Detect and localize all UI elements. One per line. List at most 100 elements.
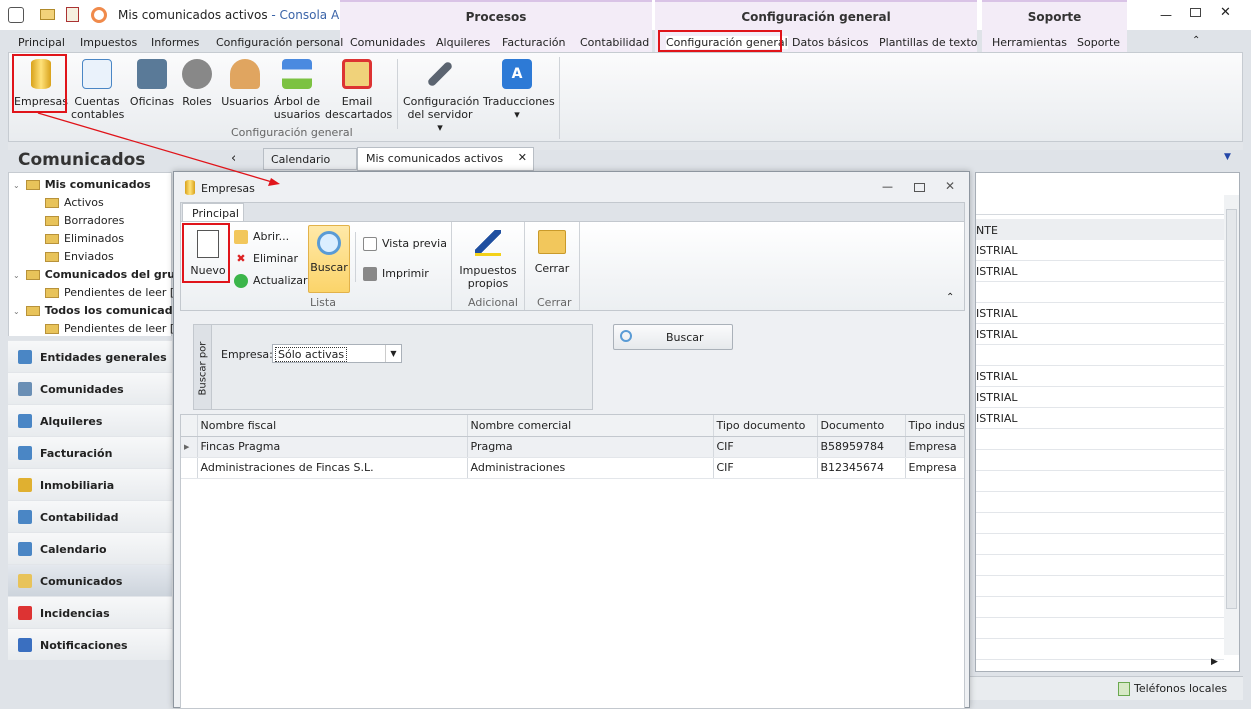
grid-row[interactable]: ISTRIAL xyxy=(976,240,1224,261)
tab-list-dropdown-icon[interactable]: ▼ xyxy=(1224,152,1231,162)
grid-row[interactable] xyxy=(976,429,1224,450)
tab-herramientas[interactable]: Herramientas xyxy=(992,36,1067,49)
grid-row[interactable] xyxy=(976,555,1224,576)
tab-comunidades[interactable]: Comunidades xyxy=(350,36,425,49)
table-cell[interactable]: B58959784 xyxy=(817,436,906,458)
configuracion-servidor-button[interactable]: Configuración del servidor ▾ xyxy=(403,57,479,134)
grid-row[interactable] xyxy=(976,639,1224,660)
grid-row[interactable]: ISTRIAL xyxy=(976,303,1224,324)
tab-configuracion-personal[interactable]: Configuración personal xyxy=(216,36,343,49)
tab-soporte[interactable]: Soporte xyxy=(1077,36,1120,49)
buscar-por-sidebar[interactable]: Buscar por xyxy=(194,325,212,409)
table-cell[interactable]: Administraciones de Fincas S.L. xyxy=(197,457,468,479)
tree-item[interactable]: Enviados xyxy=(45,250,114,263)
tree-group[interactable]: ⌄ Todos los comunicado xyxy=(13,304,180,317)
traducciones-button[interactable]: A Traducciones ▾ xyxy=(483,57,555,121)
grid-row[interactable]: ISTRIAL xyxy=(976,324,1224,345)
vertical-scrollbar[interactable] xyxy=(1224,195,1239,655)
collapse-ribbon-icon[interactable]: ⌃ xyxy=(946,292,954,303)
grid-row[interactable]: ISTRIAL xyxy=(976,261,1224,282)
table-row[interactable]: ▶ Fincas Pragma Pragma CIF B58959784 Empresa xyxy=(181,436,964,458)
maximize-button[interactable] xyxy=(1190,8,1201,17)
tree-group[interactable]: ⌄ Comunicados del grup xyxy=(13,268,183,281)
tab-informes[interactable]: Informes xyxy=(151,36,199,49)
tab-facturacion[interactable]: Facturación xyxy=(502,36,565,49)
grid-row[interactable]: ISTRIAL xyxy=(976,366,1224,387)
scroll-right-icon[interactable]: ▶ xyxy=(1211,657,1218,667)
nav-item[interactable]: Facturación xyxy=(8,436,172,468)
table-cell[interactable]: Pragma xyxy=(467,436,714,458)
tab-principal[interactable]: Principal xyxy=(18,36,65,49)
nav-item[interactable]: Entidades generales xyxy=(8,340,172,372)
impuestos-propios-button[interactable]: Impuestos propios xyxy=(457,226,519,290)
chevron-down-icon[interactable]: ⌄ xyxy=(13,271,20,280)
nav-item[interactable]: Contabilidad xyxy=(8,500,172,532)
grid-row[interactable] xyxy=(976,282,1224,303)
nav-item[interactable]: Calendario xyxy=(8,532,172,564)
usuarios-button[interactable]: Usuarios xyxy=(221,57,269,108)
doc-tab-calendario[interactable]: Calendario xyxy=(263,148,357,170)
table-cell[interactable]: Fincas Pragma xyxy=(197,436,468,458)
column-header[interactable]: Nombre comercial xyxy=(467,415,714,437)
grid-row[interactable] xyxy=(976,471,1224,492)
table-cell[interactable]: Empresa xyxy=(905,436,964,458)
close-button[interactable]: ✕ xyxy=(1220,5,1231,20)
roles-button[interactable]: Roles xyxy=(179,57,215,108)
grid-row[interactable]: ISTRIAL xyxy=(976,387,1224,408)
dialog-close-button[interactable]: ✕ xyxy=(945,179,955,193)
mail-icon[interactable] xyxy=(40,9,55,20)
dialog-minimize-button[interactable]: — xyxy=(882,180,893,193)
tab-plantillas-de-texto[interactable]: Plantillas de texto xyxy=(879,36,978,49)
filter-row[interactable] xyxy=(976,195,1224,215)
grid-row[interactable] xyxy=(976,450,1224,471)
tree-item[interactable]: Borradores xyxy=(45,214,124,227)
tree-item[interactable]: Pendientes de leer [3 xyxy=(45,322,181,335)
buscar-button[interactable]: Buscar xyxy=(308,225,350,293)
tree-item[interactable]: Pendientes de leer [3 xyxy=(45,286,181,299)
tab-datos-basicos[interactable]: Datos básicos xyxy=(792,36,869,49)
tree-item[interactable]: Eliminados xyxy=(45,232,124,245)
tree-item[interactable]: Activos xyxy=(45,196,104,209)
abrir-button[interactable]: Abrir... xyxy=(234,230,289,244)
nav-item[interactable]: Comunidades xyxy=(8,372,172,404)
nav-item[interactable]: Comunicados xyxy=(8,564,172,596)
tab-scroll-left-icon[interactable]: ‹ xyxy=(231,151,236,166)
column-header[interactable]: Tipo industri xyxy=(905,415,964,437)
minimize-button[interactable]: — xyxy=(1160,8,1172,22)
imprimir-button[interactable]: Imprimir xyxy=(363,267,429,281)
clipboard-icon[interactable] xyxy=(66,7,79,22)
grid-row[interactable] xyxy=(976,576,1224,597)
nav-item[interactable]: Inmobiliaria xyxy=(8,468,172,500)
grid-row[interactable] xyxy=(976,597,1224,618)
column-header[interactable]: Documento xyxy=(817,415,906,437)
cerrar-button[interactable]: Cerrar xyxy=(530,226,574,275)
column-header[interactable]: Tipo documento xyxy=(713,415,818,437)
oficinas-button[interactable]: Oficinas xyxy=(127,57,177,108)
table-cell[interactable]: CIF xyxy=(713,457,818,479)
chevron-down-icon[interactable]: ⌄ xyxy=(13,181,20,190)
nav-item[interactable]: Alquileres xyxy=(8,404,172,436)
signal-icon[interactable] xyxy=(91,7,107,23)
grid-row[interactable] xyxy=(976,534,1224,555)
grid-row[interactable]: ISTRIAL xyxy=(976,408,1224,429)
dialog-tab-principal[interactable]: Principal xyxy=(182,203,244,222)
cuentas-contables-button[interactable]: Cuentas contables xyxy=(71,57,124,121)
empresa-select[interactable]: Sólo activas ▼ xyxy=(272,344,402,363)
column-header[interactable]: Nombre fiscal xyxy=(197,415,468,437)
vista-previa-button[interactable]: Vista previa xyxy=(363,237,447,251)
table-cell[interactable]: Empresa xyxy=(905,457,964,479)
chevron-down-icon[interactable]: ▼ xyxy=(385,345,401,362)
arbol-usuarios-button[interactable]: Árbol de usuarios xyxy=(271,57,323,121)
grid-row[interactable] xyxy=(976,492,1224,513)
column-header[interactable]: NTE xyxy=(976,219,1224,240)
scroll-thumb[interactable] xyxy=(1226,209,1237,609)
dialog-restore-button[interactable] xyxy=(914,183,925,192)
chevron-down-icon[interactable]: ⌄ xyxy=(13,307,20,316)
grid-row[interactable] xyxy=(976,345,1224,366)
tab-impuestos[interactable]: Impuestos xyxy=(80,36,137,49)
table-cell[interactable]: CIF xyxy=(713,436,818,458)
grid-row[interactable] xyxy=(976,513,1224,534)
table-cell[interactable]: Administraciones xyxy=(467,457,714,479)
grid-row[interactable] xyxy=(976,618,1224,639)
actualizar-button[interactable]: Actualizar xyxy=(234,274,308,288)
